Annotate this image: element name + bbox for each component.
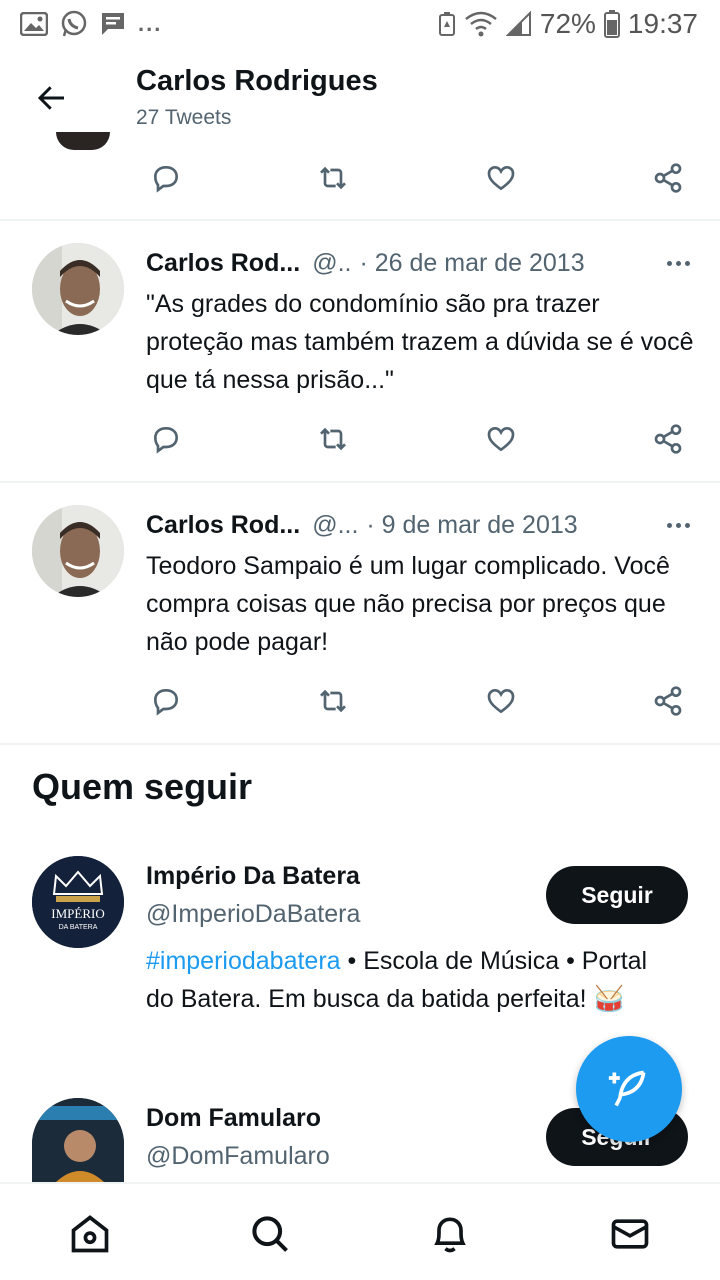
tweet-actions bbox=[146, 158, 688, 198]
hashtag-link[interactable]: #imperiodabatera bbox=[146, 947, 341, 975]
heart-icon bbox=[487, 688, 514, 714]
avatar[interactable] bbox=[32, 1098, 124, 1182]
account-bio: #imperiodabatera • Escola de Música • Po… bbox=[146, 942, 666, 1018]
avatar[interactable] bbox=[32, 505, 124, 597]
nav-messages[interactable] bbox=[600, 1204, 660, 1264]
gallery-notification-icon bbox=[20, 12, 48, 36]
reply-button[interactable] bbox=[146, 681, 186, 721]
share-icon bbox=[654, 686, 682, 716]
reply-icon bbox=[153, 165, 179, 193]
nav-search[interactable] bbox=[240, 1204, 300, 1264]
retweet-icon bbox=[320, 689, 347, 713]
wifi-icon bbox=[464, 11, 498, 37]
retweet-icon bbox=[320, 166, 347, 190]
tweet-actions bbox=[146, 681, 688, 721]
tweet-actions bbox=[146, 419, 688, 459]
retweet-button[interactable] bbox=[313, 681, 353, 721]
svg-text:IMPÉRIO: IMPÉRIO bbox=[51, 906, 104, 921]
home-icon bbox=[71, 1215, 109, 1253]
like-button[interactable] bbox=[481, 158, 521, 198]
search-icon bbox=[252, 1216, 288, 1252]
more-notifications-indicator: ... bbox=[138, 11, 163, 36]
reply-icon bbox=[153, 688, 179, 716]
clock: 19:37 bbox=[627, 8, 698, 39]
reply-button[interactable] bbox=[146, 158, 186, 198]
nav-notifications[interactable] bbox=[420, 1204, 480, 1264]
who-to-follow-heading: Quem seguir bbox=[32, 766, 253, 807]
imperio-logo: IMPÉRIO DA BATERA bbox=[32, 856, 124, 948]
battery-percentage: 72% bbox=[539, 8, 596, 39]
author-handle[interactable]: @.. bbox=[312, 249, 351, 278]
signal-icon bbox=[505, 11, 532, 37]
author-name[interactable]: Carlos Rod... bbox=[146, 249, 300, 278]
battery-icon bbox=[603, 10, 620, 38]
author-name[interactable]: Carlos Rod... bbox=[146, 511, 300, 540]
account-name[interactable]: Dom Famularo bbox=[146, 1104, 321, 1133]
author-handle[interactable]: @... bbox=[312, 511, 358, 540]
profile-name: Carlos Rodrigues bbox=[136, 65, 378, 97]
mail-icon bbox=[611, 1219, 649, 1249]
message-notification-icon bbox=[100, 11, 126, 37]
bell-icon bbox=[434, 1217, 466, 1253]
account-name[interactable]: Império Da Batera bbox=[146, 862, 360, 891]
retweet-button[interactable] bbox=[313, 158, 353, 198]
svg-text:DA BATERA: DA BATERA bbox=[59, 924, 98, 931]
follow-button[interactable]: Seguir bbox=[546, 866, 688, 924]
avatar[interactable] bbox=[32, 243, 124, 335]
like-button[interactable] bbox=[481, 681, 521, 721]
tweet-date[interactable]: · 9 de mar de 2013 bbox=[366, 511, 577, 540]
retweet-icon bbox=[320, 427, 347, 451]
tweet-date[interactable]: · 26 de mar de 2013 bbox=[359, 249, 584, 278]
arrow-left-icon bbox=[37, 86, 64, 110]
heart-icon bbox=[487, 165, 514, 191]
battery-saver-icon bbox=[438, 11, 456, 37]
account-handle[interactable]: @DomFamularo bbox=[146, 1142, 330, 1171]
more-options-button[interactable] bbox=[667, 522, 690, 528]
compose-feather-icon bbox=[608, 1070, 646, 1107]
nav-home[interactable] bbox=[60, 1204, 120, 1264]
heart-icon bbox=[487, 426, 514, 452]
more-options-button[interactable] bbox=[667, 260, 690, 266]
share-button[interactable] bbox=[648, 681, 688, 721]
share-button[interactable] bbox=[648, 158, 688, 198]
tweet-count: 27 Tweets bbox=[136, 106, 232, 129]
whatsapp-notification-icon bbox=[60, 10, 88, 38]
reply-button[interactable] bbox=[146, 419, 186, 459]
account-handle[interactable]: @ImperioDaBatera bbox=[146, 900, 360, 929]
status-bar: ... 72% 19:37 bbox=[0, 0, 720, 48]
share-icon bbox=[654, 424, 682, 454]
share-button[interactable] bbox=[648, 419, 688, 459]
tweet-text: "As grades do condomínio são pra trazer … bbox=[146, 290, 694, 394]
compose-tweet-button[interactable] bbox=[576, 1036, 682, 1142]
like-button[interactable] bbox=[481, 419, 521, 459]
bottom-navigation bbox=[0, 1182, 720, 1280]
share-icon bbox=[654, 163, 682, 193]
back-button[interactable] bbox=[22, 68, 82, 128]
avatar[interactable]: IMPÉRIO DA BATERA bbox=[32, 856, 124, 948]
retweet-button[interactable] bbox=[313, 419, 353, 459]
reply-icon bbox=[153, 426, 179, 454]
tweet-text: Teodoro Sampaio é um lugar complicado. V… bbox=[146, 552, 670, 656]
divider bbox=[0, 743, 720, 745]
